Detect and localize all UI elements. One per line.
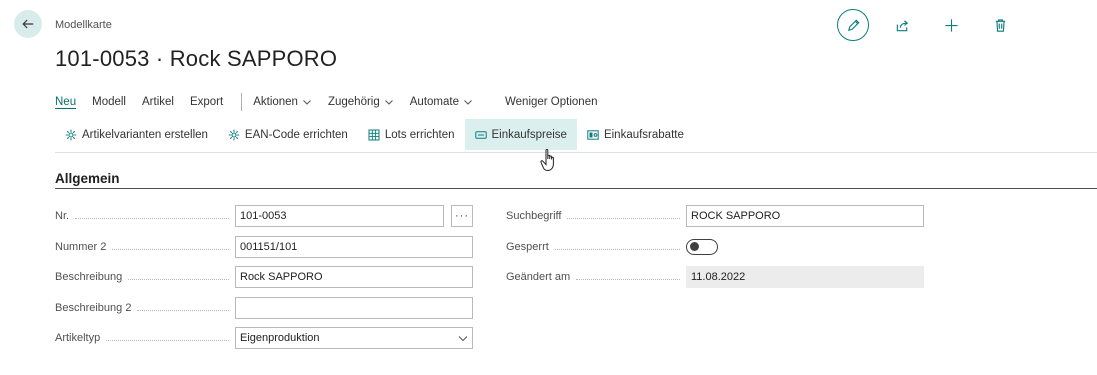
plus-icon: [944, 18, 958, 32]
field-label: Geändert am: [506, 271, 571, 283]
menu-modell[interactable]: Modell: [92, 96, 126, 108]
menu-bar: Neu Modell Artikel Export Aktionen Zugeh…: [55, 93, 613, 111]
field-nummer-2: Nummer 2 001151/101: [55, 236, 473, 258]
artikeltyp-select[interactable]: Eigenproduktion: [235, 327, 473, 349]
field-label: Nummer 2: [55, 241, 107, 253]
section-title: Allgemein: [55, 171, 120, 186]
gear-icon: [65, 129, 77, 140]
select-value: Eigenproduktion: [240, 332, 320, 344]
beschreibung-2-input[interactable]: [235, 297, 473, 319]
trash-icon: [995, 18, 1005, 32]
menu-aktionen-label: Aktionen: [253, 96, 298, 108]
menu-artikel[interactable]: Artikel: [142, 96, 174, 108]
lookup-button[interactable]: ···: [451, 205, 473, 227]
discount-icon: [587, 129, 599, 140]
action-label: Artikelvarianten erstellen: [82, 128, 208, 141]
field-beschreibung: Beschreibung Rock SAPPORO: [55, 266, 473, 288]
share-button[interactable]: [886, 9, 918, 41]
field-label: Artikeltyp: [55, 332, 101, 344]
field-label: Gesperrt: [506, 241, 549, 253]
menu-automate-label: Automate: [409, 96, 459, 108]
edit-button[interactable]: [837, 9, 869, 41]
arrow-left-icon: [22, 19, 34, 29]
action-artikelvarianten-erstellen[interactable]: Artikelvarianten erstellen: [55, 119, 218, 150]
menu-less-options[interactable]: Weniger Optionen: [505, 96, 597, 108]
gear-icon: [228, 129, 240, 140]
menu-neu[interactable]: Neu: [55, 96, 77, 109]
action-lots-errichten[interactable]: Lots errichten: [358, 119, 465, 150]
field-label: Beschreibung: [55, 271, 123, 283]
field-label: Suchbegriff: [506, 210, 562, 222]
action-label: Einkaufsrabatte: [603, 128, 684, 141]
menu-aktionen[interactable]: Aktionen: [253, 96, 312, 108]
share-icon: [896, 19, 908, 31]
menu-automate[interactable]: Automate: [410, 96, 473, 108]
action-label: Einkaufspreise: [491, 128, 567, 141]
breadcrumb: Modellkarte: [55, 19, 112, 31]
top-actions: [837, 9, 1016, 41]
section-divider: [55, 188, 1097, 189]
beschreibung-input[interactable]: Rock SAPPORO: [235, 266, 473, 288]
field-suchbegriff: Suchbegriff ROCK SAPPORO: [506, 205, 924, 227]
action-label: Lots errichten: [384, 128, 455, 141]
nr-input[interactable]: 101-0053: [235, 205, 444, 227]
new-button[interactable]: [935, 9, 967, 41]
action-label: EAN-Code errichten: [244, 128, 348, 141]
suchbegriff-input[interactable]: ROCK SAPPORO: [686, 205, 924, 227]
field-label: Nr.: [55, 210, 70, 222]
delete-button[interactable]: [984, 9, 1016, 41]
field-geaendert-am: Geändert am 11.08.2022: [506, 266, 924, 288]
geaendert-am-value: 11.08.2022: [686, 266, 924, 288]
menu-zugehoerig-label: Zugehörig: [327, 96, 380, 108]
menu-separator: [241, 93, 243, 111]
field-artikeltyp: Artikeltyp Eigenproduktion: [55, 327, 473, 349]
field-label: Beschreibung 2: [55, 302, 132, 314]
hand-cursor-icon: [540, 148, 554, 172]
nummer-2-input[interactable]: 001151/101: [235, 236, 473, 258]
gesperrt-toggle[interactable]: [686, 239, 718, 255]
field-gesperrt: Gesperrt: [506, 236, 718, 258]
action-einkaufsrabatte[interactable]: Einkaufsrabatte: [577, 119, 694, 150]
chevron-down-icon: [303, 100, 311, 105]
menu-zugehoerig[interactable]: Zugehörig: [328, 96, 394, 108]
grid-icon: [368, 129, 380, 140]
pencil-icon: [847, 19, 859, 31]
chevron-down-icon: [384, 100, 393, 105]
action-bar: Artikelvarianten erstellen EAN-Code erri…: [55, 119, 1097, 153]
action-ean-code-errichten[interactable]: EAN-Code errichten: [218, 119, 358, 150]
toggle-knob: [689, 242, 699, 251]
field-nr: Nr. 101-0053 ···: [55, 205, 473, 227]
chevron-down-icon: [464, 100, 472, 105]
price-tag-icon: [474, 130, 487, 139]
chevron-down-icon: [458, 336, 468, 342]
menu-export[interactable]: Export: [190, 96, 223, 108]
action-einkaufspreise[interactable]: Einkaufspreise: [464, 119, 577, 150]
back-button[interactable]: [14, 10, 42, 38]
page-title: 101-0053 · Rock SAPPORO: [55, 46, 338, 71]
more-icon: ···: [455, 210, 469, 222]
field-beschreibung-2: Beschreibung 2: [55, 297, 473, 319]
